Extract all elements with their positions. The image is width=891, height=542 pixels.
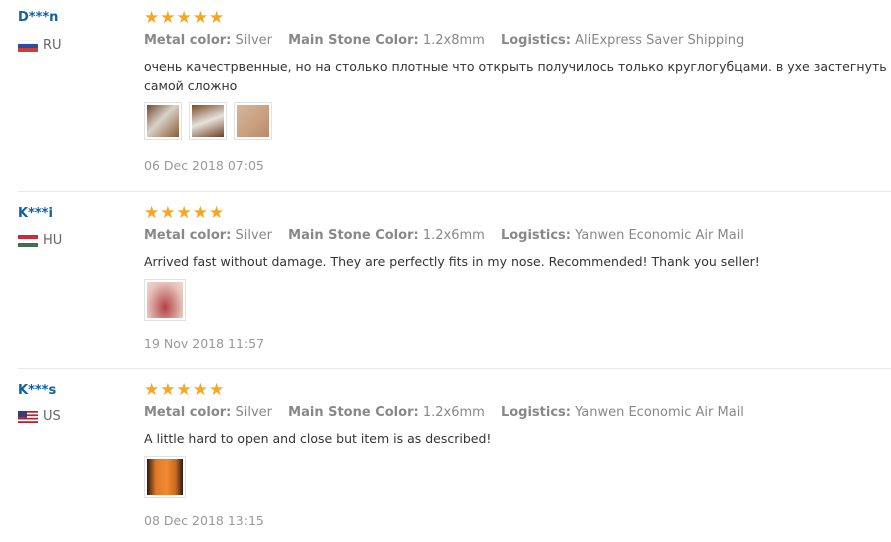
star-icon: ★ xyxy=(160,380,176,400)
reviewer-country: HU xyxy=(18,233,62,248)
review-text: очень качестрвенные, но на столько плотн… xyxy=(144,59,887,93)
star-icon: ★ xyxy=(176,203,192,223)
review-photo[interactable] xyxy=(144,456,186,498)
reviewer-name[interactable]: K***s xyxy=(18,383,56,398)
review-date: 19 Nov 2018 11:57 xyxy=(144,336,265,351)
attr-value: 1.2x8mm xyxy=(422,33,485,48)
star-icon: ★ xyxy=(144,203,160,223)
star-icon: ★ xyxy=(192,8,208,28)
attr-key: Metal color: xyxy=(144,405,232,420)
reviewer-country: US xyxy=(18,409,61,424)
reviewer-name[interactable]: D***n xyxy=(18,10,58,25)
attr-key: Logistics: xyxy=(500,228,571,243)
ru-flag-icon xyxy=(18,39,38,52)
star-icon: ★ xyxy=(192,203,208,223)
review-date: 06 Dec 2018 07:05 xyxy=(144,158,264,173)
star-icon: ★ xyxy=(176,380,192,400)
review-photos xyxy=(144,279,186,321)
star-rating: ★ ★ ★ ★ ★ xyxy=(144,204,224,222)
star-icon: ★ xyxy=(209,8,225,28)
attr-key: Main Stone Color: xyxy=(288,228,419,243)
review-photo[interactable] xyxy=(234,102,272,140)
review-divider xyxy=(18,368,891,369)
review-divider xyxy=(18,191,891,192)
review-photo[interactable] xyxy=(144,279,186,321)
review-text: A little hard to open and close but item… xyxy=(144,431,492,446)
attr-value: Silver xyxy=(235,405,273,420)
review-text: Arrived fast without damage. They are pe… xyxy=(144,254,760,269)
star-rating: ★ ★ ★ ★ ★ xyxy=(144,9,224,27)
attr-value: 1.2x6mm xyxy=(422,405,485,420)
order-attributes: Metal color: Silver Main Stone Color: 1.… xyxy=(144,33,756,48)
attr-value: Silver xyxy=(235,33,273,48)
star-icon: ★ xyxy=(176,8,192,28)
star-icon: ★ xyxy=(209,203,225,223)
star-rating: ★ ★ ★ ★ ★ xyxy=(144,381,224,399)
hu-flag-icon xyxy=(18,234,38,247)
attr-key: Main Stone Color: xyxy=(288,405,419,420)
attr-value: 1.2x6mm xyxy=(422,228,485,243)
attr-value: Yanwen Economic Air Mail xyxy=(575,228,744,243)
attr-value: Yanwen Economic Air Mail xyxy=(575,405,744,420)
star-icon: ★ xyxy=(144,8,160,28)
star-icon: ★ xyxy=(144,380,160,400)
attr-value: Silver xyxy=(235,228,273,243)
attr-key: Metal color: xyxy=(144,228,232,243)
review-photos xyxy=(144,456,186,498)
order-attributes: Metal color: Silver Main Stone Color: 1.… xyxy=(144,405,756,420)
order-attributes: Metal color: Silver Main Stone Color: 1.… xyxy=(144,228,756,243)
country-code: US xyxy=(43,409,61,424)
review-photos xyxy=(144,102,272,140)
us-flag-icon xyxy=(18,410,38,423)
attr-key: Logistics: xyxy=(500,405,571,420)
star-icon: ★ xyxy=(209,380,225,400)
reviewer-name[interactable]: K***i xyxy=(18,206,53,221)
attr-key: Metal color: xyxy=(144,33,232,48)
country-code: HU xyxy=(43,233,63,248)
review-photo[interactable] xyxy=(189,102,227,140)
attr-key: Logistics: xyxy=(500,33,571,48)
country-code: RU xyxy=(43,38,62,53)
attr-key: Main Stone Color: xyxy=(288,33,419,48)
star-icon: ★ xyxy=(160,8,176,28)
star-icon: ★ xyxy=(192,380,208,400)
star-icon: ★ xyxy=(160,203,176,223)
review-photo[interactable] xyxy=(144,102,182,140)
review-date: 08 Dec 2018 13:15 xyxy=(144,513,264,528)
attr-value: AliExpress Saver Shipping xyxy=(575,33,745,48)
reviewer-country: RU xyxy=(18,38,62,53)
